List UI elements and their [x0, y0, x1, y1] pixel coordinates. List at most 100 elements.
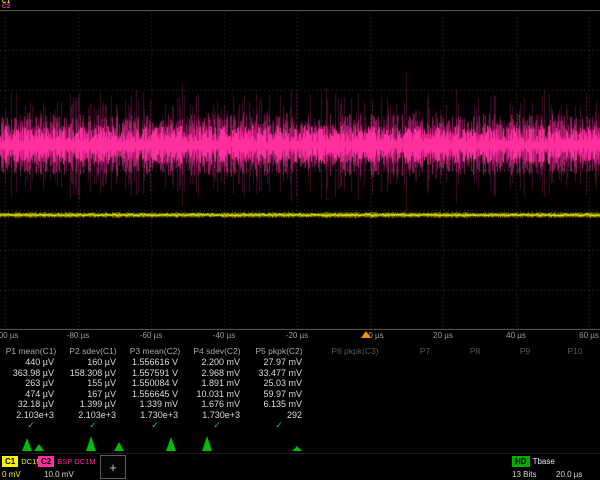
- histogram-spike-icon: [202, 436, 212, 451]
- time-label: -60 µs: [140, 331, 162, 340]
- measure-cell: 1.557591 V: [124, 368, 186, 379]
- measure-cell: 1.556645 V: [124, 389, 186, 400]
- c2-trace-tag: C2: [2, 5, 11, 10]
- measure-param-header[interactable]: P2 sdev(C1): [62, 346, 124, 357]
- histogram-spike-icon: [114, 442, 124, 451]
- c2-descriptor[interactable]: C2 BSP DC1M: [38, 456, 95, 467]
- histicon[interactable]: [8, 430, 64, 452]
- measure-param-header[interactable]: P6 pkpk(C3): [310, 346, 400, 357]
- measure-value-row: 440 µV160 µV1.556616 V2.200 mV27.97 mV: [0, 357, 600, 368]
- measure-value-row: 263 µV155 µV1.550084 V1.891 mV25.03 mV: [0, 378, 600, 389]
- measure-param-header[interactable]: P7: [400, 346, 450, 357]
- measure-cell: [450, 378, 500, 389]
- channel-tags: C1 C2: [2, 0, 11, 10]
- measure-cell: [400, 357, 450, 368]
- histogram-spike-icon: [292, 446, 302, 451]
- c2-badge[interactable]: C2: [38, 456, 54, 467]
- measure-cell: 2.200 mV: [186, 357, 248, 368]
- histicon[interactable]: [132, 430, 188, 452]
- measure-cell: 6.135 mV: [248, 399, 310, 410]
- measure-cell: 1.891 mV: [186, 378, 248, 389]
- measure-cell: 292: [248, 410, 310, 421]
- measure-cell: [550, 368, 600, 379]
- measure-cell: [550, 357, 600, 368]
- measure-value-row: 32.18 µV1.399 µV1.339 mV1.676 mV6.135 mV: [0, 399, 600, 410]
- time-label: 60 µs: [579, 331, 599, 340]
- add-button[interactable]: +: [100, 455, 126, 479]
- measure-param-header[interactable]: P1 mean(C1): [0, 346, 62, 357]
- c1-descriptor[interactable]: C1 DC1M: [2, 456, 43, 467]
- measure-param-header[interactable]: P8: [450, 346, 500, 357]
- histogram-spike-icon: [34, 444, 44, 451]
- adc-bits-value: 13 Bits: [512, 470, 536, 479]
- c1-scale-value: 0 mV: [2, 470, 21, 479]
- measure-cell: [550, 399, 600, 410]
- measure-cell: 263 µV: [0, 378, 62, 389]
- measure-status-row: ✓✓✓✓✓: [0, 420, 600, 431]
- histicon[interactable]: [256, 430, 312, 452]
- waveform-grid[interactable]: [0, 10, 600, 330]
- measure-status-check: [500, 420, 550, 431]
- timebase-descriptor[interactable]: HD Tbase: [512, 456, 555, 467]
- measure-cell: [400, 378, 450, 389]
- hd-mode-badge: HD: [512, 456, 530, 467]
- c1-badge[interactable]: C1: [2, 456, 18, 467]
- measure-status-check: [450, 420, 500, 431]
- histicons: [0, 430, 600, 452]
- check-icon: ✓: [248, 420, 310, 431]
- tbase-label: Tbase: [533, 457, 555, 466]
- measure-param-header[interactable]: P10: [550, 346, 600, 357]
- check-icon: ✓: [62, 420, 124, 431]
- measure-cell: [310, 368, 400, 379]
- measure-cell: [400, 368, 450, 379]
- measure-cell: [500, 399, 550, 410]
- measure-cell: 1.550084 V: [124, 378, 186, 389]
- measure-cell: [450, 357, 500, 368]
- time-label: 20 µs: [433, 331, 453, 340]
- measure-cell: 440 µV: [0, 357, 62, 368]
- measure-param-header[interactable]: P3 mean(C2): [124, 346, 186, 357]
- measure-cell: 158.308 µV: [62, 368, 124, 379]
- oscilloscope-screen: C1 C2 -100 µs-80 µs-60 µs-40 µs-20 µs0 µ…: [0, 0, 600, 480]
- measure-param-header[interactable]: P5 pkpk(C2): [248, 346, 310, 357]
- histicon[interactable]: [194, 430, 250, 452]
- plus-icon: +: [109, 460, 117, 475]
- measure-cell: 1.676 mV: [186, 399, 248, 410]
- measure-cell: 1.730e+3: [124, 410, 186, 421]
- measure-status-check: [550, 420, 600, 431]
- trigger-time-marker-icon[interactable]: [361, 331, 371, 338]
- time-label: -40 µs: [213, 331, 235, 340]
- measure-cell: [500, 389, 550, 400]
- measure-cell: [400, 410, 450, 421]
- measure-cell: 27.97 mV: [248, 357, 310, 368]
- measure-cell: [310, 357, 400, 368]
- measure-cell: 474 µV: [0, 389, 62, 400]
- c2-scale-value: 10.0 mV: [44, 470, 74, 479]
- measure-cell: 2.103e+3: [62, 410, 124, 421]
- measure-cell: 25.03 mV: [248, 378, 310, 389]
- measure-cell: 10.031 mV: [186, 389, 248, 400]
- measure-value-row: 474 µV167 µV1.556645 V10.031 mV59.97 mV: [0, 389, 600, 400]
- measure-cell: 59.97 mV: [248, 389, 310, 400]
- measure-cell: 32.18 µV: [0, 399, 62, 410]
- measure-param-header[interactable]: P4 sdev(C2): [186, 346, 248, 357]
- measure-cell: 33.477 mV: [248, 368, 310, 379]
- measure-cell: [450, 410, 500, 421]
- measure-cell: [500, 378, 550, 389]
- measure-cell: [310, 389, 400, 400]
- measure-cell: 1.339 mV: [124, 399, 186, 410]
- measure-cell: [500, 368, 550, 379]
- measure-cell: [500, 357, 550, 368]
- measure-param-header[interactable]: P9: [500, 346, 550, 357]
- check-icon: ✓: [0, 420, 62, 431]
- time-label: -80 µs: [67, 331, 89, 340]
- measure-cell: [310, 410, 400, 421]
- measure-cell: [400, 389, 450, 400]
- measure-cell: 160 µV: [62, 357, 124, 368]
- time-label: -100 µs: [0, 331, 18, 340]
- measure-cell: 167 µV: [62, 389, 124, 400]
- histicon[interactable]: [70, 430, 126, 452]
- histogram-spike-icon: [166, 437, 176, 451]
- measure-cell: [550, 389, 600, 400]
- measure-cell: [310, 399, 400, 410]
